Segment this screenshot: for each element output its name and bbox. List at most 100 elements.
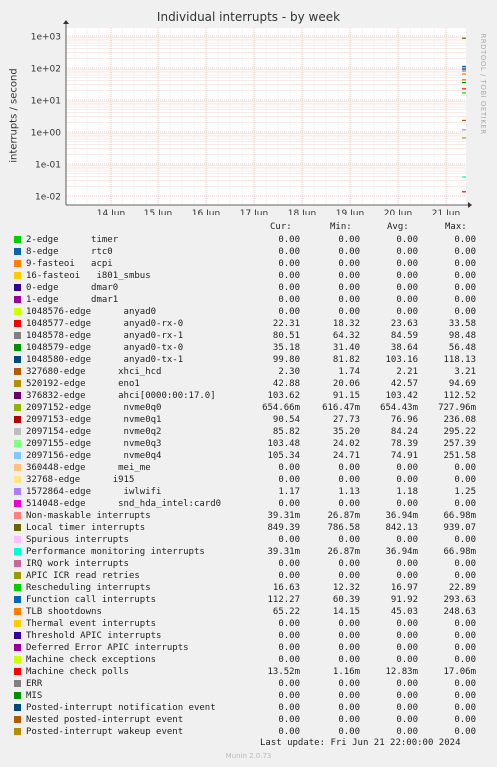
legend-avg-value: 36.94m xyxy=(385,547,418,557)
legend-max-value: 257.39 xyxy=(443,439,476,449)
legend-min-value: 0.00 xyxy=(338,475,360,485)
legend-label: 2097152-edge nvme0q0 xyxy=(26,403,162,413)
legend-min-value: 0.00 xyxy=(338,715,360,725)
legend-min-value: 0.00 xyxy=(338,535,360,545)
legend-max-value: 0.00 xyxy=(454,559,476,569)
legend-min-value: 14.15 xyxy=(332,607,360,617)
legend-swatch xyxy=(14,656,21,663)
legend-swatch xyxy=(14,368,21,375)
legend-swatch xyxy=(14,272,21,279)
legend-cur-value: 0.00 xyxy=(278,307,300,317)
legend-max-value: 0.00 xyxy=(454,619,476,629)
legend-label: 32768-edge i915 xyxy=(26,475,135,485)
legend-min-value: 0.00 xyxy=(338,691,360,701)
legend-label: 0-edge dmar0 xyxy=(26,283,119,293)
legend-cur-value: 0.00 xyxy=(278,655,300,665)
legend-label: Machine check exceptions xyxy=(26,655,157,665)
legend-max-value: 0.00 xyxy=(454,727,476,737)
legend-label: Threshold APIC interrupts xyxy=(26,631,162,641)
legend-avg-value: 45.03 xyxy=(390,607,418,617)
legend-cur-value: 65.22 xyxy=(272,607,300,617)
legend-label: 2097156-edge nvme0q4 xyxy=(26,451,162,461)
legend-swatch xyxy=(14,344,21,351)
legend-label: Performance monitoring interrupts xyxy=(26,547,205,557)
legend-cur-value: 90.54 xyxy=(272,415,300,425)
legend-label: 1048576-edge anyad0 xyxy=(26,307,157,317)
legend-cur-value: 0.00 xyxy=(278,259,300,269)
legend-avg-value: 0.00 xyxy=(396,571,418,581)
legend-min-value: 0.00 xyxy=(338,643,360,653)
legend-swatch xyxy=(14,428,21,435)
legend-max-value: 0.00 xyxy=(454,679,476,689)
legend-min-value: 0.00 xyxy=(338,727,360,737)
legend-max-value: 248.63 xyxy=(443,607,476,617)
legend-swatch xyxy=(14,572,21,579)
legend-min-value: 0.00 xyxy=(338,703,360,713)
legend-max-value: 56.48 xyxy=(448,343,476,353)
legend-label: 1048578-edge anyad0-rx-1 xyxy=(26,331,184,341)
legend-cur-value: 2.30 xyxy=(278,367,300,377)
legend-label: Function call interrupts xyxy=(26,595,157,605)
legend-max-value: 0.00 xyxy=(454,535,476,545)
legend-min-value: 616.47m xyxy=(322,403,360,413)
legend-cur-value: 39.31m xyxy=(267,511,300,521)
legend-swatch xyxy=(14,608,21,615)
legend-label: 376832-edge ahci[0000:00:17.0] xyxy=(26,391,216,401)
legend-label: 1-edge dmar1 xyxy=(26,295,119,305)
legend-swatch xyxy=(14,560,21,567)
y-axis-arrow xyxy=(63,20,69,24)
legend-swatch xyxy=(14,296,21,303)
legend-cur-value: 22.31 xyxy=(272,319,300,329)
legend-avg-value: 1.18 xyxy=(396,487,418,497)
legend-max-value: 0.00 xyxy=(454,247,476,257)
legend-swatch xyxy=(14,332,21,339)
legend-swatch xyxy=(14,440,21,447)
legend-min-value: 0.00 xyxy=(338,271,360,281)
legend-avg-value: 0.00 xyxy=(396,631,418,641)
legend-avg-value: 16.97 xyxy=(390,583,418,593)
legend-max-value: 0.00 xyxy=(454,643,476,653)
legend-swatch xyxy=(14,236,21,243)
legend-max-value: 17.06m xyxy=(443,667,476,677)
legend-cur-value: 849.39 xyxy=(267,523,300,533)
legend-max-value: 0.00 xyxy=(454,715,476,725)
legend-min-value: 0.00 xyxy=(338,283,360,293)
legend-label: 8-edge rtc0 xyxy=(26,247,113,257)
col-header-avg: Avg: xyxy=(387,222,409,232)
legend-min-value: 0.00 xyxy=(338,655,360,665)
legend-max-value: 293.63 xyxy=(443,595,476,605)
legend-max-value: 118.13 xyxy=(443,355,476,365)
legend-avg-value: 0.00 xyxy=(396,691,418,701)
legend-avg-value: 0.00 xyxy=(396,535,418,545)
legend-label: 2-edge timer xyxy=(26,235,119,245)
legend-min-value: 64.32 xyxy=(332,331,360,341)
legend-swatch xyxy=(14,644,21,651)
legend-swatch xyxy=(14,704,21,711)
legend-min-value: 0.00 xyxy=(338,571,360,581)
legend-avg-value: 84.24 xyxy=(390,427,418,437)
last-update: Last update: Fri Jun 21 22:00:00 2024 xyxy=(260,738,461,748)
legend-swatch xyxy=(14,584,21,591)
legend-cur-value: 0.00 xyxy=(278,475,300,485)
x-tick-label: 17 Jun xyxy=(240,209,268,215)
legend-avg-value: 0.00 xyxy=(396,235,418,245)
legend-swatch xyxy=(14,392,21,399)
legend-label: 16-fasteoi i801_smbus xyxy=(26,271,151,281)
legend-cur-value: 0.00 xyxy=(278,559,300,569)
legend-min-value: 18.32 xyxy=(332,319,360,329)
x-tick-label: 21 Jun xyxy=(432,209,460,215)
legend-cur-value: 103.62 xyxy=(267,391,300,401)
legend-swatch xyxy=(14,464,21,471)
legend-max-value: 3.21 xyxy=(454,367,476,377)
legend-label: 2097154-edge nvme0q2 xyxy=(26,427,162,437)
legend-label: 514048-edge snd_hda_intel:card0 xyxy=(26,499,222,509)
legend-cur-value: 39.31m xyxy=(267,547,300,557)
legend-min-value: 1.13 xyxy=(338,487,360,497)
legend-min-value: 0.00 xyxy=(338,463,360,473)
legend-avg-value: 2.21 xyxy=(396,367,418,377)
legend-swatch xyxy=(14,620,21,627)
legend-avg-value: 0.00 xyxy=(396,475,418,485)
legend-max-value: 0.00 xyxy=(454,499,476,509)
legend-avg-value: 0.00 xyxy=(396,283,418,293)
legend-max-value: 0.00 xyxy=(454,235,476,245)
